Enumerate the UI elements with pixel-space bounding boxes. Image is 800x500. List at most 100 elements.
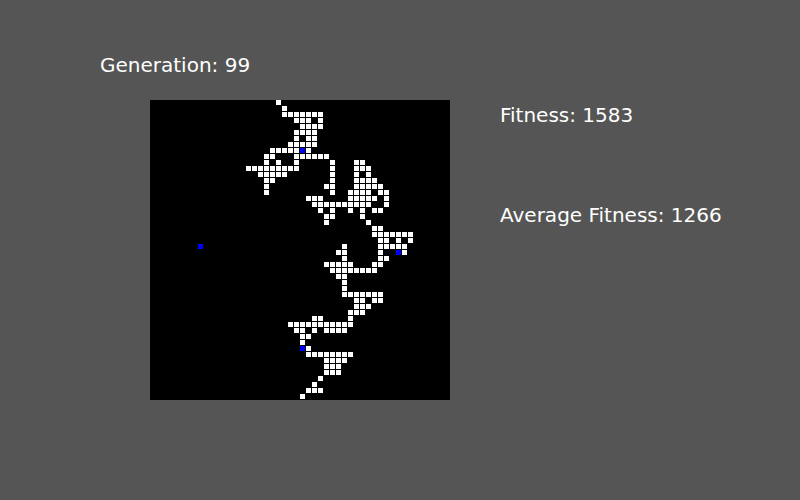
- path-cell: [390, 232, 395, 237]
- path-cell: [348, 196, 353, 201]
- path-cell: [306, 124, 311, 129]
- path-cell: [372, 226, 377, 231]
- path-cell: [318, 208, 323, 213]
- path-cell: [360, 214, 365, 219]
- path-cell: [270, 148, 275, 153]
- path-cell: [366, 292, 371, 297]
- path-cell: [276, 160, 281, 165]
- stats-panel: Fitness: 1583Average Fitness: 1266: [500, 100, 722, 227]
- path-cell: [270, 172, 275, 177]
- path-cell: [324, 154, 329, 159]
- path-cell: [324, 262, 329, 267]
- path-cell: [324, 322, 329, 327]
- path-cell: [360, 178, 365, 183]
- path-cell: [342, 202, 347, 207]
- path-cell: [330, 328, 335, 333]
- path-cell: [396, 232, 401, 237]
- path-cell: [354, 310, 359, 315]
- path-cell: [342, 286, 347, 291]
- path-cell: [294, 166, 299, 171]
- path-cell: [288, 148, 293, 153]
- path-cell: [324, 370, 329, 375]
- path-cell: [318, 388, 323, 393]
- path-cell: [276, 166, 281, 171]
- path-cell: [306, 142, 311, 147]
- path-cell: [330, 160, 335, 165]
- path-cell: [288, 166, 293, 171]
- path-cell: [378, 262, 383, 267]
- path-cell: [366, 190, 371, 195]
- path-cell: [366, 196, 371, 201]
- path-cell: [384, 232, 389, 237]
- path-cell: [330, 208, 335, 213]
- path-cell: [336, 322, 341, 327]
- path-cell: [306, 196, 311, 201]
- path-cell: [384, 238, 389, 243]
- path-cell: [306, 136, 311, 141]
- path-cell: [264, 166, 269, 171]
- path-cell: [330, 322, 335, 327]
- path-cell: [348, 322, 353, 327]
- path-cell: [300, 340, 305, 345]
- path-cell: [294, 112, 299, 117]
- path-cell: [294, 154, 299, 159]
- path-cell: [294, 118, 299, 123]
- path-cell: [282, 106, 287, 111]
- stat-label: Fitness: 1583: [500, 103, 722, 127]
- path-cell: [342, 244, 347, 249]
- path-cell: [402, 250, 407, 255]
- path-cell: [360, 268, 365, 273]
- path-cell: [378, 250, 383, 255]
- path-cell: [342, 250, 347, 255]
- path-cell: [330, 262, 335, 267]
- path-cell: [378, 238, 383, 243]
- path-cell: [306, 154, 311, 159]
- path-cell: [294, 160, 299, 165]
- path-cell: [360, 208, 365, 213]
- path-cell: [342, 328, 347, 333]
- path-cell: [276, 172, 281, 177]
- simulation-grid: [150, 100, 450, 400]
- path-cell: [306, 130, 311, 135]
- path-cell: [372, 232, 377, 237]
- path-cell: [372, 262, 377, 267]
- path-cell: [330, 172, 335, 177]
- path-cell: [264, 190, 269, 195]
- path-cell: [288, 322, 293, 327]
- path-cell: [294, 130, 299, 135]
- path-cell: [378, 292, 383, 297]
- path-cell: [360, 304, 365, 309]
- path-cell: [360, 166, 365, 171]
- path-cell: [318, 118, 323, 123]
- path-cell: [306, 346, 311, 351]
- path-cell: [288, 112, 293, 117]
- path-cell: [300, 154, 305, 159]
- path-cell: [348, 316, 353, 321]
- path-cell: [342, 358, 347, 363]
- path-cell: [312, 154, 317, 159]
- path-cell: [330, 202, 335, 207]
- path-cell: [300, 112, 305, 117]
- path-cell: [270, 166, 275, 171]
- path-cell: [336, 250, 341, 255]
- path-cell: [324, 184, 329, 189]
- path-cell: [378, 208, 383, 213]
- path-cell: [378, 190, 383, 195]
- path-cell: [390, 244, 395, 249]
- path-cell: [330, 358, 335, 363]
- path-cell: [294, 142, 299, 147]
- path-cell: [354, 178, 359, 183]
- path-cell: [312, 130, 317, 135]
- path-cell: [294, 322, 299, 327]
- path-cell: [360, 190, 365, 195]
- path-cell: [354, 268, 359, 273]
- path-cell: [402, 232, 407, 237]
- path-cell: [354, 298, 359, 303]
- path-cell: [348, 292, 353, 297]
- path-cell: [282, 166, 287, 171]
- path-cell: [348, 262, 353, 267]
- path-cell: [312, 202, 317, 207]
- path-cell: [336, 364, 341, 369]
- path-cell: [294, 328, 299, 333]
- path-cell: [258, 166, 263, 171]
